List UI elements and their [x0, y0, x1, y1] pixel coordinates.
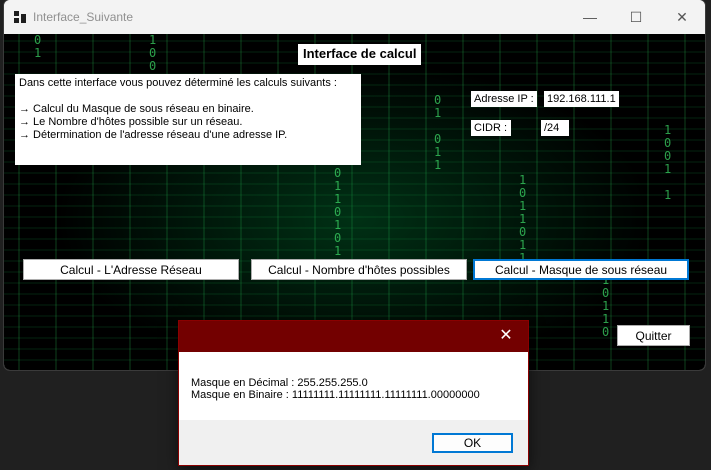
- dialog-body: Masque en Décimal : 255.255.255.0 Masque…: [179, 352, 528, 420]
- info-line: → Calcul du Masque de sous réseau en bin…: [19, 103, 254, 115]
- dialog-title-bar[interactable]: ✕: [179, 321, 528, 352]
- message-dialog: ✕ Masque en Décimal : 255.255.255.0 Masq…: [178, 320, 529, 466]
- window-title: Interface_Suivante: [33, 10, 134, 24]
- mask-binary-text: Masque en Binaire : 11111111.11111111.11…: [191, 389, 480, 401]
- subnet-mask-button[interactable]: Calcul - Masque de sous réseau: [473, 259, 689, 280]
- close-icon[interactable]: ✕: [659, 0, 705, 34]
- title-bar[interactable]: Interface_Suivante — ☐ ✕: [4, 0, 705, 34]
- ok-button[interactable]: OK: [432, 433, 513, 453]
- network-address-button[interactable]: Calcul - L'Adresse Réseau: [23, 259, 239, 280]
- quit-button[interactable]: Quitter: [617, 325, 690, 346]
- hosts-count-button[interactable]: Calcul - Nombre d'hôtes possibles: [251, 259, 467, 280]
- info-line: → Détermination de l'adresse réseau d'un…: [19, 129, 288, 141]
- app-icon: [14, 11, 26, 23]
- minimize-icon[interactable]: —: [567, 0, 613, 34]
- ip-label: Adresse IP :: [471, 91, 537, 107]
- section-title: Interface de calcul: [298, 44, 422, 65]
- cidr-value[interactable]: /24: [541, 120, 569, 136]
- info-line: → Le Nombre d'hôtes possible sur un rése…: [19, 116, 243, 128]
- close-icon[interactable]: ✕: [484, 321, 528, 352]
- info-line: Dans cette interface vous pouvez détermi…: [19, 77, 337, 89]
- cidr-label: CIDR :: [471, 120, 511, 136]
- main-window: Interface_Suivante — ☐ ✕ 01101 100110 10…: [4, 0, 705, 370]
- maximize-icon[interactable]: ☐: [613, 0, 659, 34]
- info-panel: Dans cette interface vous pouvez détermi…: [15, 74, 361, 165]
- mask-decimal-text: Masque en Décimal : 255.255.255.0: [191, 377, 368, 389]
- info-line: [19, 90, 357, 103]
- ip-value[interactable]: 192.168.111.1: [544, 91, 619, 107]
